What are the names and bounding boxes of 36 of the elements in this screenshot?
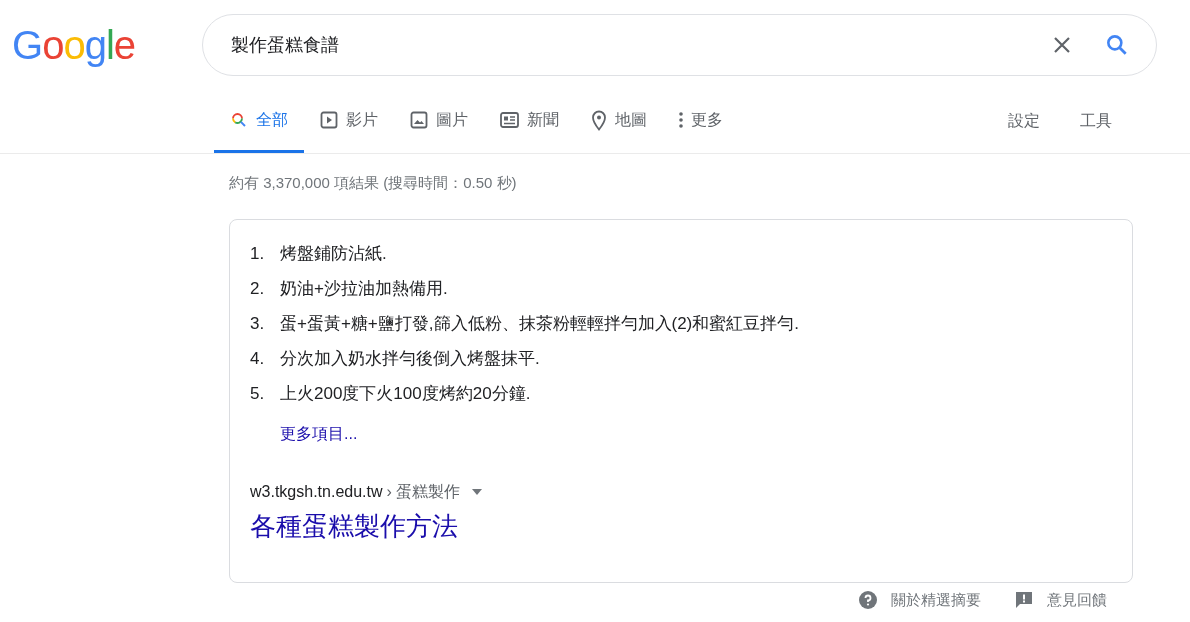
feedback-icon	[1015, 590, 1033, 609]
footer-link[interactable]: 意見回饋	[1015, 588, 1107, 611]
result-url: w3.tkgsh.tn.edu.tw	[250, 481, 383, 502]
location-pin-icon	[591, 109, 607, 131]
tab[interactable]: 更多	[663, 106, 739, 153]
result-title-link[interactable]: 各種蛋糕製作方法	[250, 509, 458, 542]
breadcrumb: › 蛋糕製作	[386, 481, 461, 502]
tab[interactable]: 圖片	[394, 106, 484, 153]
step-text: 烤盤鋪防沾紙.	[280, 242, 387, 265]
play-icon	[320, 111, 338, 129]
result-stats: 約有 3,370,000 項結果 (搜尋時間：0.50 秒)	[229, 173, 518, 193]
tab[interactable]: 全部	[214, 106, 304, 153]
list-number: 1.	[250, 242, 266, 265]
google-logo[interactable]: Google	[12, 25, 172, 65]
image-icon	[410, 111, 428, 129]
more-items-link[interactable]: 更多項目...	[280, 421, 1132, 446]
tool-button[interactable]: 設定	[1008, 109, 1040, 133]
step-text: 蛋+蛋黃+糖+鹽打發,篩入低粉、抹茶粉輕輕拌勻加入(2)和蜜紅豆拌勻.	[280, 312, 799, 335]
newspaper-icon	[500, 111, 519, 129]
step-text: 上火200度下火100度烤約20分鐘.	[280, 382, 531, 405]
search-field[interactable]: 製作蛋糕食譜	[231, 31, 1050, 59]
list-number: 5.	[250, 382, 266, 405]
tab[interactable]: 新聞	[484, 106, 575, 153]
list-number: 3.	[250, 312, 266, 335]
list-number: 2.	[250, 277, 266, 300]
tab[interactable]: 地圖	[575, 106, 663, 153]
list-number: 4.	[250, 347, 266, 370]
tab[interactable]: 影片	[304, 106, 394, 153]
help-icon	[859, 590, 877, 609]
footer-link[interactable]: 關於精選摘要	[859, 588, 981, 611]
search-icon	[230, 111, 248, 129]
tool-button[interactable]: 工具	[1080, 109, 1112, 133]
more-vert-icon	[679, 112, 683, 128]
step-text: 分次加入奶水拌勻後倒入烤盤抹平.	[280, 347, 540, 370]
step-text: 奶油+沙拉油加熱備用.	[280, 277, 448, 300]
caret-icon[interactable]	[472, 488, 483, 495]
